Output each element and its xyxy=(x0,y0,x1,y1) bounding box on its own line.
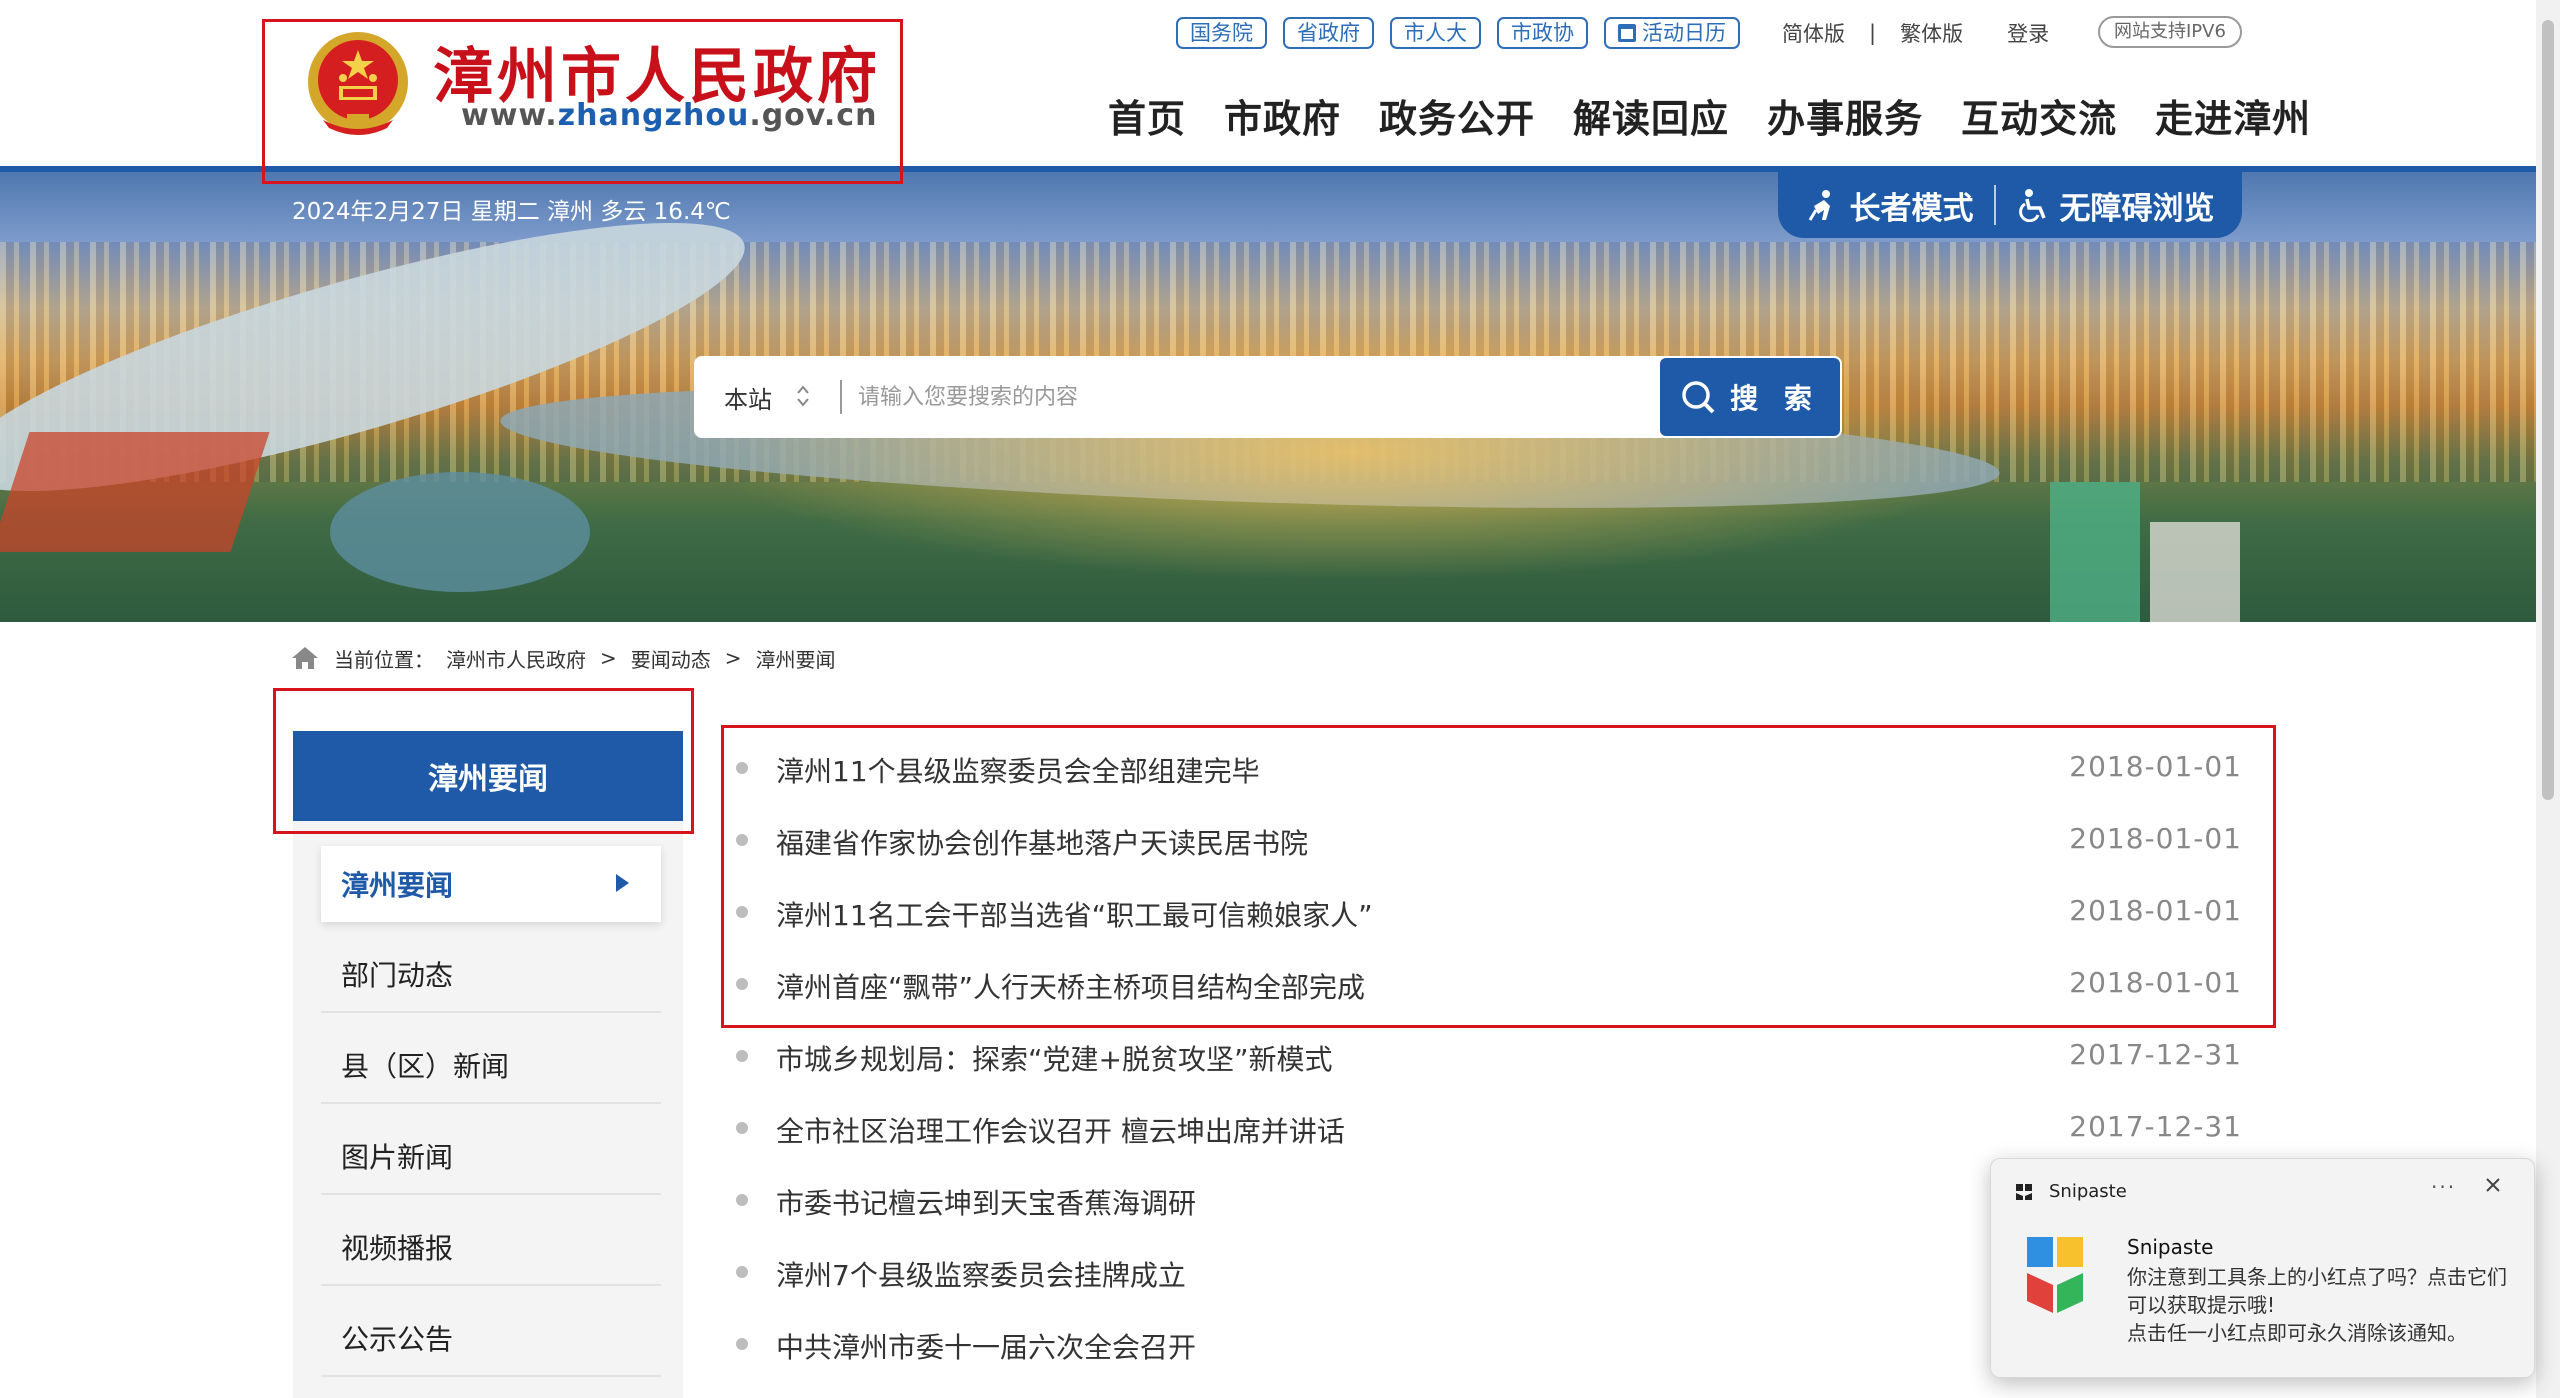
site-url-prefix: www. xyxy=(461,98,558,133)
calendar-label: 活动日历 xyxy=(1642,21,1726,45)
news-title[interactable]: 漳州7个县级监察委员会挂牌成立 xyxy=(776,1254,1186,1294)
sidebar-item-announcements[interactable]: 公示公告 xyxy=(321,1301,661,1377)
national-emblem-icon xyxy=(308,32,408,135)
news-highlight xyxy=(721,725,2276,1028)
select-arrows-icon xyxy=(797,385,809,407)
bullet-icon xyxy=(736,1338,748,1350)
site-url-suffix: .gov.cn xyxy=(749,98,878,133)
nav-interpretation[interactable]: 解读回应 xyxy=(1573,88,1729,143)
sidebar-item-video[interactable]: 视频播报 xyxy=(321,1210,661,1286)
news-title[interactable]: 全市社区治理工作会议召开 檀云坤出席并讲话 xyxy=(776,1110,1345,1150)
search-scope-select[interactable]: 本站 xyxy=(724,380,772,415)
home-icon xyxy=(292,647,318,669)
nav-about-zhangzhou[interactable]: 走进漳州 xyxy=(2155,88,2311,143)
link-activity-calendar[interactable]: 活动日历 xyxy=(1604,17,1740,49)
search-button[interactable]: 搜 索 xyxy=(1658,356,1842,438)
sidebar-item-zhangzhou-news[interactable]: 漳州要闻 xyxy=(321,846,661,922)
more-options-icon[interactable]: ··· xyxy=(2431,1175,2456,1199)
sidebar-menu: 漳州要闻 部门动态 县（区）新闻 图片新闻 视频播报 公示公告 xyxy=(293,821,683,1398)
sidebar-item-county-news[interactable]: 县（区）新闻 xyxy=(321,1028,661,1104)
nav-government-affairs[interactable]: 政务公开 xyxy=(1379,88,1535,143)
bullet-icon xyxy=(736,1122,748,1134)
nav-services[interactable]: 办事服务 xyxy=(1767,88,1923,143)
sidebar-item-photo-news[interactable]: 图片新闻 xyxy=(321,1119,661,1195)
search-divider xyxy=(840,380,842,414)
triangle-right-icon xyxy=(616,874,629,892)
search-input[interactable] xyxy=(858,376,1338,418)
lang-separator: | xyxy=(1869,21,1877,45)
nav-city-government[interactable]: 市政府 xyxy=(1224,88,1341,143)
news-date: 2017-12-31 xyxy=(2069,1038,2242,1071)
elder-icon xyxy=(1808,190,1830,221)
notification-message: 你注意到工具条上的小红点了吗？点击它们可以获取提示哦! 点击任一小红点即可永久消… xyxy=(2127,1265,2507,1345)
accessible-browse-button[interactable]: 无障碍浏览 xyxy=(2016,183,2215,228)
site-url: www.zhangzhou.gov.cn xyxy=(461,98,877,133)
elder-mode-label: 长者模式 xyxy=(1849,190,1974,227)
sidebar-item-label: 部门动态 xyxy=(341,959,454,992)
sidebar-item-label: 图片新闻 xyxy=(341,1141,454,1174)
site-url-highlight: zhangzhou xyxy=(557,98,750,133)
notification-header: Snipaste xyxy=(2015,1181,2127,1202)
search-bar: 本站 搜 索 xyxy=(694,356,1842,438)
nav-interaction[interactable]: 互动交流 xyxy=(1961,88,2117,143)
breadcrumb: 当前位置： 漳州市人民政府 > 要闻动态 > 漳州要闻 xyxy=(290,642,836,674)
sidebar-title-highlight xyxy=(273,688,694,834)
top-links: 国务院 省政府 市人大 市政协 活动日历 简体版 | 繁体版 登录 xyxy=(1176,16,2049,50)
bullet-icon xyxy=(736,1194,748,1206)
sidebar-item-department-news[interactable]: 部门动态 xyxy=(321,937,661,1013)
list-item[interactable]: 市城乡规划局：探索“党建+脱贫攻坚”新模式 2017-12-31 xyxy=(736,1020,2242,1092)
breadcrumb-home[interactable]: 漳州市人民政府 xyxy=(446,644,586,673)
elder-mode-button[interactable]: 长者模式 xyxy=(1806,183,1974,228)
bullet-icon xyxy=(736,1050,748,1062)
bullet-icon xyxy=(736,1266,748,1278)
site-logo[interactable]: 漳州市人民政府 www.zhangzhou.gov.cn xyxy=(262,19,903,184)
breadcrumb-label: 当前位置： xyxy=(334,647,434,672)
sidebar-item-label: 县（区）新闻 xyxy=(341,1050,510,1083)
snipaste-logo-icon xyxy=(2027,1237,2083,1313)
news-date: 2017-12-31 xyxy=(2069,1110,2242,1143)
snipaste-small-icon xyxy=(2016,1183,2032,1200)
sidebar-item-label: 视频播报 xyxy=(341,1232,454,1265)
link-shengzhengfu[interactable]: 省政府 xyxy=(1283,17,1374,49)
close-icon[interactable] xyxy=(2481,1173,2505,1197)
breadcrumb-current[interactable]: 漳州要闻 xyxy=(756,644,836,673)
link-shirenda[interactable]: 市人大 xyxy=(1390,17,1481,49)
breadcrumb-arrow: > xyxy=(600,646,617,670)
accessible-browse-label: 无障碍浏览 xyxy=(2059,190,2215,227)
mode-divider xyxy=(1993,185,1996,225)
search-icon xyxy=(1682,381,1715,414)
link-guowuyuan[interactable]: 国务院 xyxy=(1176,17,1267,49)
breadcrumb-news[interactable]: 要闻动态 xyxy=(631,644,711,673)
list-item[interactable]: 全市社区治理工作会议召开 檀云坤出席并讲话 2017-12-31 xyxy=(736,1092,2242,1164)
traditional-link[interactable]: 繁体版 xyxy=(1900,18,1963,48)
simplified-link[interactable]: 简体版 xyxy=(1782,18,1845,48)
notification-title: Snipaste xyxy=(2127,1235,2214,1259)
news-title[interactable]: 中共漳州市委十一届六次全会召开 xyxy=(776,1326,1196,1366)
accessibility-bar: 长者模式 无障碍浏览 xyxy=(1778,172,2242,238)
calendar-icon xyxy=(1618,24,1636,42)
news-title[interactable]: 市委书记檀云坤到天宝香蕉海调研 xyxy=(776,1182,1196,1222)
snipaste-notification[interactable]: Snipaste ··· Snipaste 你注意到工具条上的小红点了吗？点击它… xyxy=(1990,1158,2535,1378)
ipv6-badge: 网站支持IPV6 xyxy=(2098,16,2242,48)
nav-home[interactable]: 首页 xyxy=(1108,88,1186,143)
breadcrumb-arrow: > xyxy=(724,646,742,670)
main-nav: 首页 市政府 政务公开 解读回应 办事服务 互动交流 走进漳州 xyxy=(1108,88,2349,143)
login-link[interactable]: 登录 xyxy=(2007,18,2049,48)
wheelchair-icon xyxy=(2018,189,2046,222)
news-title[interactable]: 市城乡规划局：探索“党建+脱贫攻坚”新模式 xyxy=(776,1038,1332,1078)
notification-app-name: Snipaste xyxy=(2049,1181,2127,1202)
scrollbar-thumb[interactable] xyxy=(2542,20,2554,800)
sidebar-item-label: 公示公告 xyxy=(341,1323,454,1356)
search-button-label: 搜 索 xyxy=(1730,382,1820,415)
page-scrollbar[interactable] xyxy=(2536,0,2560,1398)
link-shizhengxie[interactable]: 市政协 xyxy=(1497,17,1588,49)
date-weather: 2024年2月27日 星期二 漳州 多云 16.4℃ xyxy=(292,199,731,225)
sidebar-item-label: 漳州要闻 xyxy=(341,869,454,902)
